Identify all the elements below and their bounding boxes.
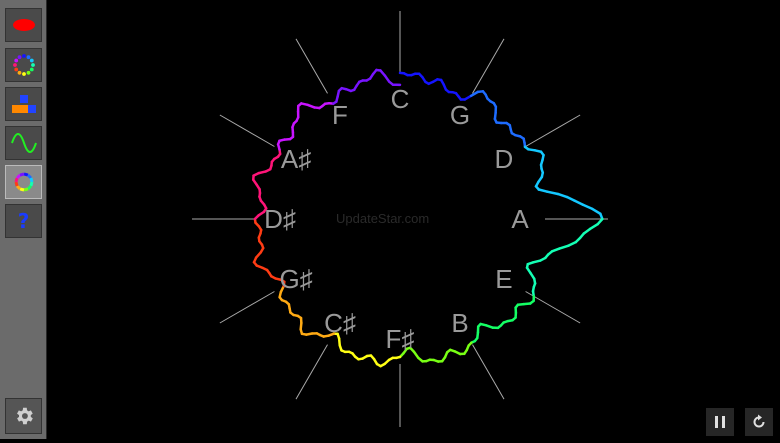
spectrum-segment	[539, 190, 548, 192]
note-label: G♯	[279, 264, 312, 294]
color-dot	[14, 59, 18, 63]
visualization-mode-oval-button[interactable]	[5, 8, 42, 42]
gear-icon	[13, 405, 35, 427]
note-label: C♯	[324, 308, 356, 338]
visualization-mode-blocks-button[interactable]	[5, 87, 42, 121]
note-label: A	[511, 204, 529, 234]
spectrum-segment	[574, 201, 582, 205]
note-label: C	[391, 84, 410, 114]
pause-button[interactable]	[706, 408, 734, 436]
note-label: D	[495, 144, 514, 174]
color-dot	[22, 54, 26, 58]
visualization-mode-wave-button[interactable]	[5, 126, 42, 160]
sine-wave-icon	[11, 133, 37, 153]
spoke-line	[473, 345, 505, 400]
color-dot	[13, 63, 17, 67]
spectrum-segment	[583, 205, 593, 209]
color-wheel-segment	[30, 178, 31, 182]
color-wheel-segment	[24, 189, 28, 190]
color-wheel-segment	[28, 175, 31, 178]
color-dots-circle-icon	[12, 53, 36, 77]
spoke-line	[220, 292, 275, 324]
blocks-icon	[11, 93, 37, 115]
red-ellipse-icon	[12, 18, 36, 32]
note-label: F	[332, 100, 348, 130]
spectrum-segment	[592, 209, 600, 214]
color-wheel-segment	[28, 186, 31, 189]
spoke-line	[220, 115, 275, 147]
color-dot	[31, 63, 35, 67]
spectrum-segment	[558, 194, 567, 197]
color-dot	[14, 68, 18, 72]
spoke-line	[526, 115, 581, 147]
spoke-line	[473, 39, 505, 94]
color-dot	[26, 55, 30, 59]
pause-icon	[713, 415, 727, 429]
note-label: D♯	[264, 204, 296, 234]
restart-button[interactable]	[745, 408, 773, 436]
note-label: G	[450, 100, 470, 130]
toolbar: ?	[0, 0, 47, 439]
settings-button[interactable]	[5, 398, 42, 434]
color-wheel-segment	[20, 189, 24, 190]
visualization-mode-dots-button[interactable]	[5, 48, 42, 82]
spectrum-segment	[547, 192, 558, 194]
color-wheel-segment	[20, 174, 24, 175]
restart-icon	[751, 414, 767, 430]
color-dot	[22, 72, 26, 76]
color-wheel-segment	[24, 174, 28, 175]
color-dot	[29, 68, 33, 72]
visualization-mode-color-wheel-button[interactable]	[5, 165, 42, 199]
spoke-line	[296, 345, 328, 400]
spoke-line	[296, 39, 328, 94]
color-dot	[17, 55, 21, 59]
spectrum-segment	[590, 224, 598, 229]
help-question-icon: ?	[18, 209, 30, 233]
note-label: A♯	[281, 144, 311, 174]
help-button[interactable]: ?	[5, 204, 42, 238]
color-wheel-segment	[16, 178, 17, 182]
note-label: B	[451, 308, 468, 338]
color-wheel-icon	[12, 170, 36, 194]
spectrum-segment	[559, 246, 568, 249]
color-dot	[29, 59, 33, 63]
note-label: F♯	[386, 324, 415, 354]
watermark: UpdateStar.com	[336, 211, 429, 226]
color-dot	[26, 71, 30, 75]
color-wheel-segment	[16, 182, 17, 186]
color-wheel-segment	[17, 186, 20, 189]
note-label: E	[495, 264, 512, 294]
color-dot	[17, 71, 21, 75]
color-wheel-segment	[17, 175, 20, 178]
color-wheel-segment	[30, 182, 31, 186]
